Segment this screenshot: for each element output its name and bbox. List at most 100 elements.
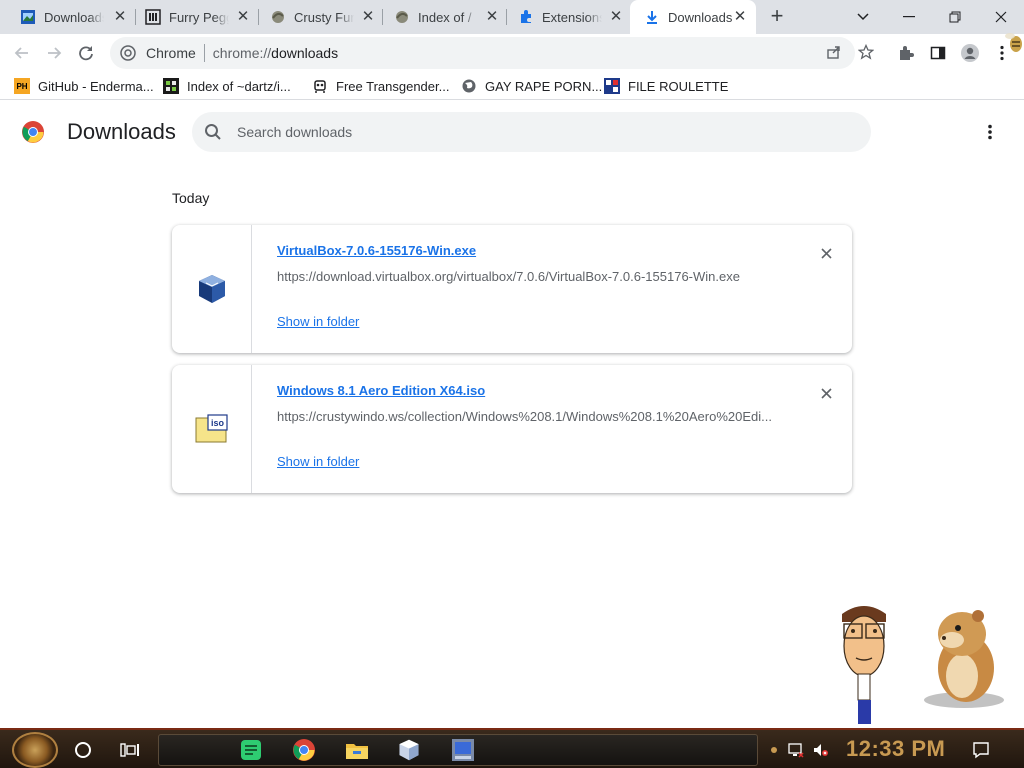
downloads-header: Downloads [0,101,1024,163]
taskbar-clock[interactable]: 12:33 PM [846,736,945,762]
bookmark-label: GAY RAPE PORN... [485,78,603,94]
bookmark-label: GitHub - Enderma... [38,78,154,94]
puzzle-icon [518,9,534,25]
minimize-button[interactable] [886,0,932,34]
close-icon[interactable]: ✕ [235,9,251,25]
tray-overflow-icon[interactable] [766,742,782,758]
crusty-icon [394,9,410,25]
tab-furry-pegg[interactable]: Furry Pegg ✕ [125,0,259,34]
tab-search-button[interactable] [840,0,886,34]
reload-button[interactable] [72,40,100,66]
tab-extensions[interactable]: Extensions ✕ [498,0,632,34]
tab-title: Downloads [668,9,732,25]
remove-download-button[interactable] [816,243,836,263]
url-scheme: chrome:// [212,45,272,61]
close-icon[interactable]: ✕ [732,9,748,25]
restore-button[interactable] [932,0,978,34]
side-panel-button[interactable] [927,42,949,64]
taskbar-app-chrome[interactable] [290,736,318,764]
search-button[interactable] [69,736,97,764]
close-icon [820,387,832,399]
chrome-site-icon [120,45,136,61]
search-bar [192,112,871,152]
extensions-button[interactable] [895,42,917,64]
omnibox-separator [203,44,205,62]
volume-muted-icon[interactable] [812,742,828,758]
file-roulette-icon [604,78,620,94]
address-bar[interactable]: Chrome chrome://downloads [110,37,855,69]
restore-icon [949,11,961,23]
taskbar-app-virtualbox[interactable] [395,736,423,764]
network-icon[interactable] [788,742,804,758]
search-icon [205,124,221,140]
virtualbox-icon [198,275,225,303]
notifications-button[interactable] [972,741,990,759]
download-item: iso Windows 8.1 Aero Edition X64.iso htt… [172,365,852,493]
iso-file-icon: iso [195,414,228,443]
action-center-icon [973,742,989,759]
task-view-button[interactable] [116,736,144,764]
tab-crusty-fur[interactable]: Crusty Fur ✕ [250,0,384,34]
tab-title: Downloads [44,9,104,25]
bookmark-label: Index of ~dartz/i... [187,78,291,94]
windows-installer-icon [452,739,474,761]
taskbar-app-installer[interactable] [449,736,477,764]
file-icon-cell: iso [172,365,252,493]
bookmark-star-button[interactable] [856,42,876,62]
svg-text:iso: iso [210,418,224,428]
back-button[interactable] [8,40,36,66]
site-name: Chrome [146,45,196,61]
museum-icon [145,9,161,25]
chrome-icon [293,739,315,761]
bookmark-gay-rape[interactable]: GAY RAPE PORN... [461,77,602,95]
tab-index-of[interactable]: Index of / ✕ [374,0,508,34]
search-input[interactable] [237,112,837,152]
download-item: VirtualBox-7.0.6-155176-Win.exe https://… [172,225,852,353]
bookmark-label: FILE ROULETTE [628,78,729,94]
bookmark-index-dartz[interactable]: Index of ~dartz/i... [163,77,291,95]
crusty-icon [270,9,286,25]
bookmark-github[interactable]: PH GitHub - Enderma... [14,77,154,95]
close-icon[interactable]: ✕ [608,9,624,25]
date-heading: Today [172,190,210,206]
arrow-left-icon [14,47,28,59]
vertical-dots-icon [988,124,992,140]
toolbar: Chrome chrome://downloads [0,33,1024,72]
start-button[interactable] [12,732,58,768]
blue-window-icon [20,9,36,25]
minimize-icon [903,16,915,18]
arrow-right-icon [48,47,62,59]
forward-button[interactable] [40,40,68,66]
taskbar-app-notes[interactable] [237,736,265,764]
tab-downloads-1[interactable]: Downloads ✕ [0,0,136,34]
download-file-link[interactable]: VirtualBox-7.0.6-155176-Win.exe [277,243,476,258]
url-path: downloads [271,45,339,61]
taskbar: 12:33 PM [0,728,1024,768]
robot-icon [312,78,328,94]
close-icon [820,247,832,259]
puzzle-icon [900,46,914,60]
tab-downloads-active[interactable]: Downloads ✕ [630,0,756,34]
virtualbox-icon [399,739,419,761]
show-in-folder-link[interactable]: Show in folder [277,454,359,469]
tab-strip: Downloads ✕ Furry Pegg ✕ Crusty Fur ✕ In… [0,0,1024,34]
reload-icon [79,46,93,61]
tab-title: Furry Pegg [169,9,229,25]
task-view-icon [120,743,139,757]
remove-download-button[interactable] [816,383,836,403]
page-title: Downloads [67,119,176,144]
profile-button[interactable] [959,42,981,64]
taskbar-app-explorer[interactable] [343,736,371,764]
show-in-folder-link[interactable]: Show in folder [277,314,359,329]
ph-icon: PH [14,78,30,94]
profile-avatar-icon [961,44,979,62]
new-tab-button[interactable]: + [764,5,790,29]
side-panel-icon [930,46,946,60]
share-button[interactable] [824,42,844,62]
bookmark-file-roulette[interactable]: FILE ROULETTE [604,77,728,95]
more-actions-button[interactable] [978,120,1002,144]
bookmark-free-transgender[interactable]: Free Transgender... [312,77,449,95]
cartoon-man-icon [842,606,886,724]
download-file-link[interactable]: Windows 8.1 Aero Edition X64.iso [277,383,485,398]
folder-icon [346,744,368,759]
